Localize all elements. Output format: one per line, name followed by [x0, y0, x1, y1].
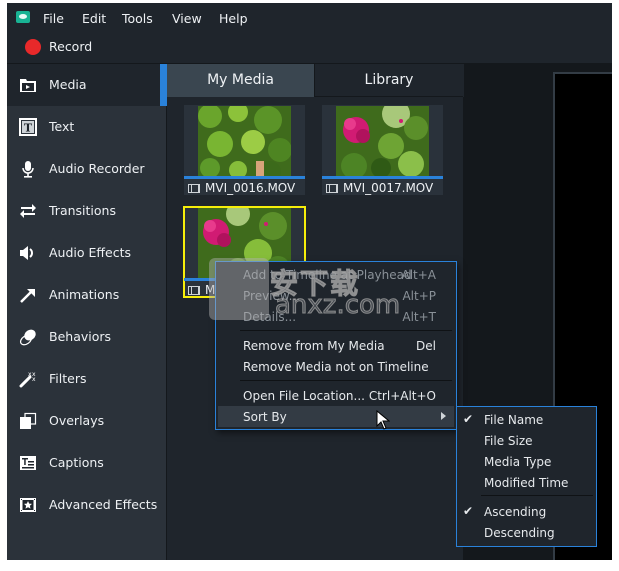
tab-my-media[interactable]: My Media [167, 64, 315, 97]
menu-file[interactable]: File [43, 11, 64, 26]
menu-item-label: Ascending [484, 505, 547, 519]
menu-separator [481, 495, 593, 496]
sidebar-item-label: Audio Recorder [49, 161, 145, 176]
menu-item-label: Descending [484, 526, 555, 540]
menu-item-shortcut: Alt+T [402, 310, 436, 324]
app-logo-icon [16, 11, 30, 23]
record-bar: Record [7, 31, 612, 64]
menu-item-label: Media Type [484, 455, 552, 469]
film-icon [188, 184, 200, 193]
thumbnail-image [336, 106, 429, 176]
sort-option-file-name[interactable]: ✔ File Name [457, 409, 596, 430]
film-icon [326, 184, 338, 193]
sidebar-item-captions[interactable]: Captions [7, 442, 166, 484]
advanced-effects-icon [19, 496, 37, 514]
media-item[interactable]: MVI_0017.MOV [322, 105, 443, 195]
watermark-shield-icon [209, 258, 269, 320]
sort-option-file-size[interactable]: File Size [457, 430, 596, 451]
sidebar-item-label: Audio Effects [49, 245, 131, 260]
menu-item-shortcut: Alt+P [402, 289, 436, 303]
sidebar-item-label: Advanced Effects [49, 497, 158, 512]
watermark-subtext: anxz.com [274, 290, 401, 321]
sidebar-item-advanced-effects[interactable]: Advanced Effects [7, 484, 166, 526]
menu-item-shortcut: Ctrl+Alt+O [368, 389, 436, 403]
menu-item-label: Open File Location... [243, 389, 365, 403]
media-folder-icon [19, 76, 37, 94]
sidebar-item-text[interactable]: T Text [7, 106, 166, 148]
behaviors-icon [19, 328, 37, 346]
sidebar-item-filters[interactable]: xxx Filters [7, 358, 166, 400]
sort-option-modified-time[interactable]: Modified Time [457, 472, 596, 493]
menu-item-remove-from-my-media[interactable]: Remove from My Media Del [216, 335, 456, 356]
record-label: Record [49, 39, 93, 54]
media-item-label: MVI_0017.MOV [326, 181, 433, 195]
sidebar-item-label: Transitions [49, 203, 116, 218]
sidebar-item-audio-recorder[interactable]: Audio Recorder [7, 148, 166, 190]
mouse-cursor-icon [376, 409, 391, 433]
sidebar-item-audio-effects[interactable]: Audio Effects [7, 232, 166, 274]
menu-item-shortcut: Alt+A [401, 268, 436, 282]
menu-view[interactable]: View [172, 11, 202, 26]
text-icon: T [19, 118, 37, 136]
menu-help[interactable]: Help [219, 11, 248, 26]
sidebar-item-overlays[interactable]: Overlays [7, 400, 166, 442]
media-item-label: MVI_0016.MOV [188, 181, 295, 195]
sidebar-item-label: Animations [49, 287, 120, 302]
thumbnail-image [198, 106, 291, 176]
sort-option-descending[interactable]: Descending [457, 522, 596, 543]
menu-item-label: Modified Time [484, 476, 569, 490]
sidebar-item-behaviors[interactable]: Behaviors [7, 316, 166, 358]
svg-text:x: x [32, 376, 36, 383]
menu-item-shortcut: Del [416, 339, 436, 353]
sidebar-item-label: Filters [49, 371, 87, 386]
menu-item-label: Remove Media not on Timeline [243, 360, 429, 374]
sidebar-item-animations[interactable]: Animations [7, 274, 166, 316]
tab-library[interactable]: Library [315, 64, 463, 97]
media-item[interactable]: MVI_0016.MOV [184, 105, 305, 195]
menu-edit[interactable]: Edit [82, 11, 106, 26]
sidebar: Media T Text Audio Recorder Transitions … [7, 64, 167, 560]
sidebar-item-transitions[interactable]: Transitions [7, 190, 166, 232]
thumbnail-progress-bar [322, 176, 443, 179]
microphone-icon [19, 160, 37, 178]
sidebar-item-label: Media [49, 77, 87, 92]
arrow-icon [19, 286, 37, 304]
sidebar-item-label: Captions [49, 455, 104, 470]
menu-item-label: File Name [484, 413, 544, 427]
menu-item-sort-by[interactable]: Sort By [218, 406, 454, 427]
film-icon [188, 286, 200, 295]
captions-icon [19, 454, 37, 472]
sidebar-item-label: Behaviors [49, 329, 112, 344]
menu-item-label: Sort By [243, 410, 287, 424]
svg-text:T: T [24, 122, 33, 135]
magic-wand-icon: xxx [19, 370, 37, 388]
sort-option-media-type[interactable]: Media Type [457, 451, 596, 472]
sidebar-item-label: Overlays [49, 413, 105, 428]
menu-item-label: File Size [484, 434, 533, 448]
menu-separator [240, 330, 452, 331]
menu-tools[interactable]: Tools [122, 11, 153, 26]
menu-item-label: Remove from My Media [243, 339, 385, 353]
media-tabs: My Media Library [167, 64, 463, 97]
sort-by-submenu: ✔ File Name File Size Media Type Modifie… [456, 406, 597, 547]
menu-bar: File Edit Tools View Help [7, 3, 612, 31]
menu-item-open-file-location[interactable]: Open File Location... Ctrl+Alt+O [216, 385, 456, 406]
overlays-icon [19, 412, 37, 430]
submenu-arrow-icon [441, 412, 446, 420]
transitions-icon [19, 202, 37, 220]
menu-item-remove-media-not-on-timeline[interactable]: Remove Media not on Timeline [216, 356, 456, 377]
sort-option-ascending[interactable]: ✔ Ascending [457, 501, 596, 522]
sidebar-item-label: Text [49, 119, 75, 134]
check-icon: ✔ [463, 504, 474, 518]
thumbnail-progress-bar [184, 176, 305, 179]
record-icon [25, 39, 41, 55]
sidebar-item-media[interactable]: Media [7, 64, 167, 106]
menu-separator [240, 380, 452, 381]
check-icon: ✔ [463, 412, 474, 426]
speaker-icon [19, 244, 37, 262]
